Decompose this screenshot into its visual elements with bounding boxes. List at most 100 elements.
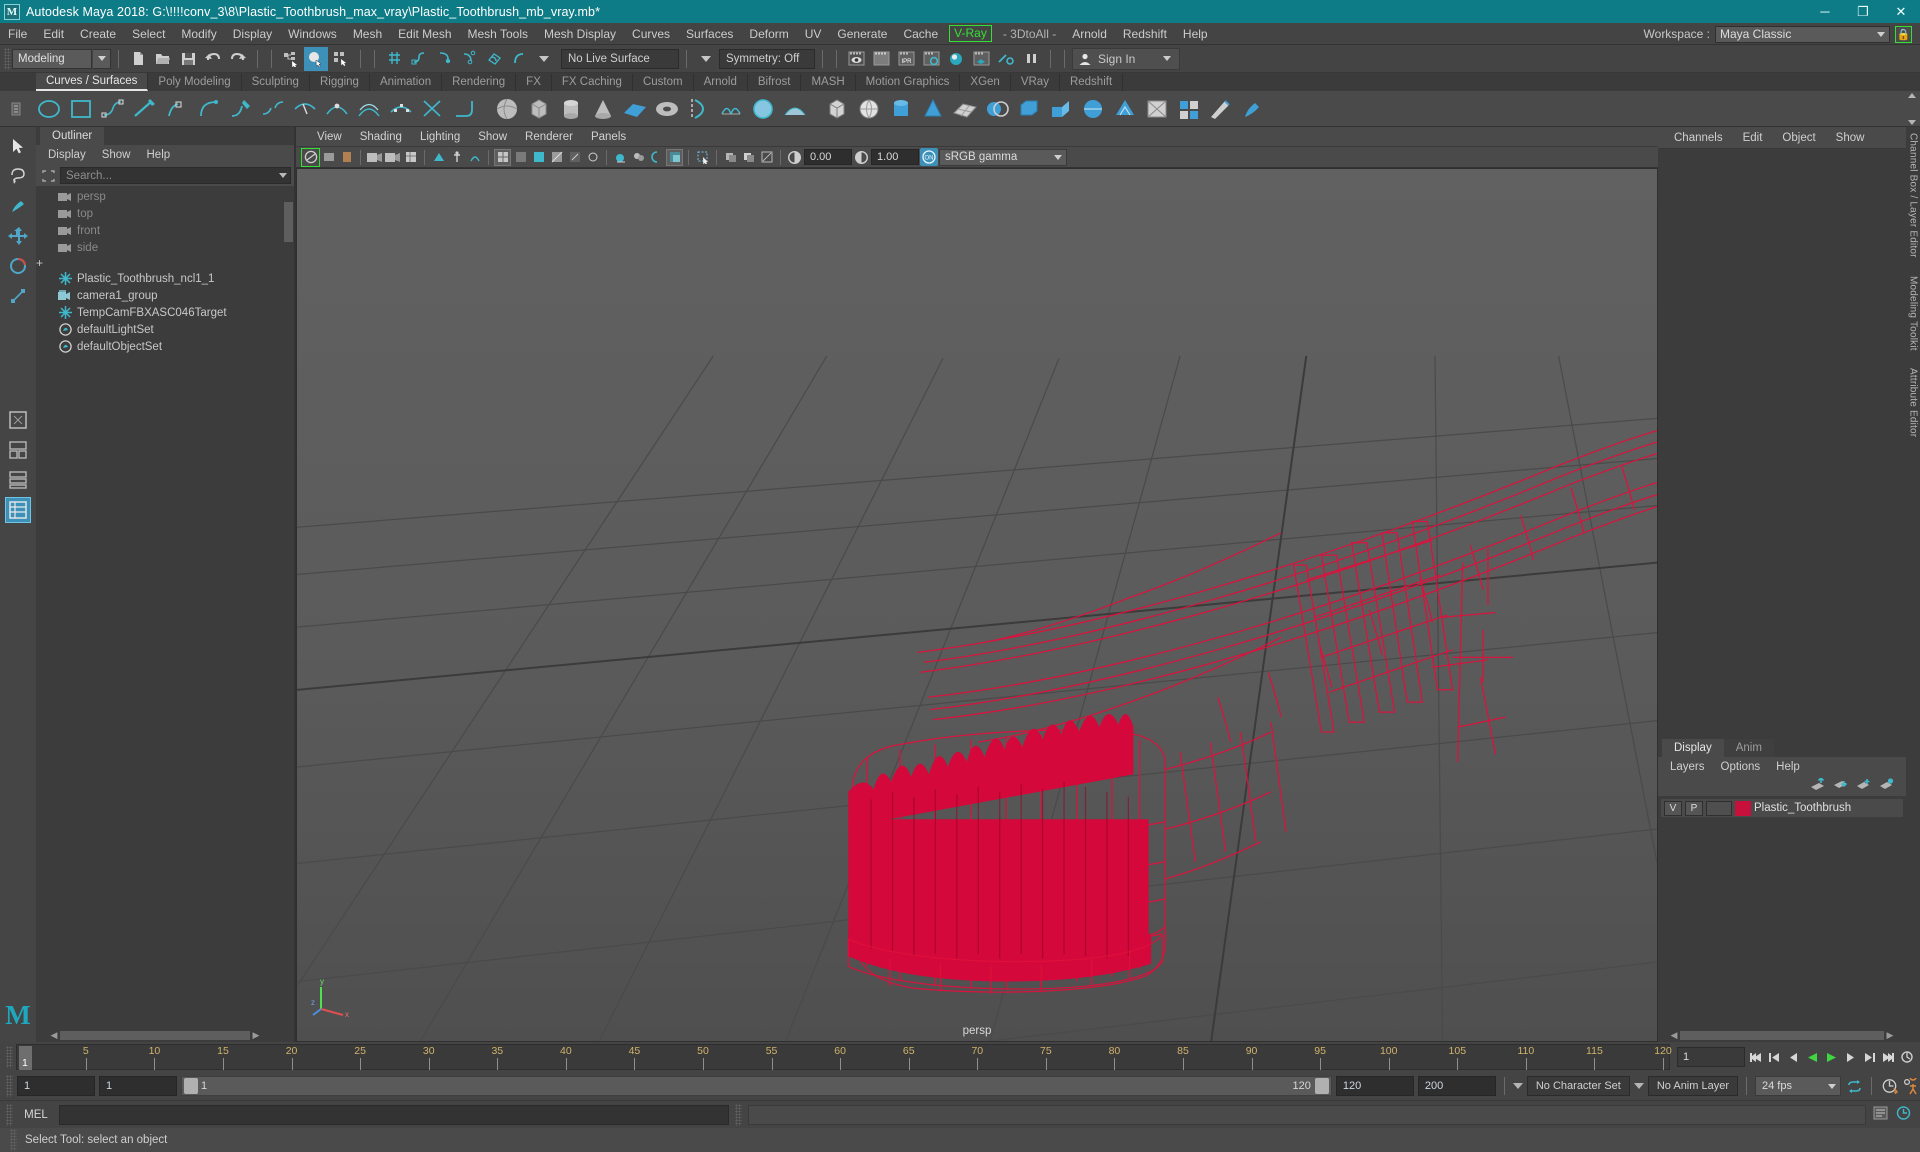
menu-curves[interactable]: Curves <box>624 23 678 45</box>
render-setup-icon[interactable] <box>969 47 993 71</box>
outliner-list[interactable]: persp top front side + Plastic_Toothbrus… <box>36 186 294 1029</box>
side-tab-attribute-editor[interactable]: Attribute Editor <box>1908 368 1919 437</box>
outliner-search-input[interactable]: Search... <box>60 167 291 184</box>
depth-of-field-icon[interactable] <box>740 149 757 166</box>
playback-end-field[interactable]: 120 <box>1335 1076 1414 1096</box>
selection-set-icon[interactable] <box>39 167 57 184</box>
menu-select[interactable]: Select <box>124 23 173 45</box>
snap-point-icon[interactable] <box>432 47 456 71</box>
range-end-handle[interactable] <box>1314 1078 1329 1094</box>
new-layer-from-selected-icon[interactable] <box>1879 778 1894 794</box>
gamma-icon[interactable] <box>853 149 870 166</box>
menu-vray[interactable]: V-Ray <box>949 25 992 42</box>
sign-in-button[interactable]: Sign In <box>1072 47 1181 70</box>
fillet-curve-icon[interactable] <box>450 94 479 123</box>
revolve-icon[interactable] <box>684 94 713 123</box>
xray-joints-icon[interactable] <box>584 149 601 166</box>
nurbs-cylinder-icon[interactable] <box>556 94 585 123</box>
redo-icon[interactable] <box>226 47 250 71</box>
resolution-gate-icon[interactable] <box>430 149 447 166</box>
live-surface-field[interactable]: No Live Surface <box>561 48 679 69</box>
close-icon[interactable]: ✕ <box>1882 0 1920 23</box>
menu-mesh-tools[interactable]: Mesh Tools <box>460 23 536 45</box>
shelf-tab-curves-surfaces[interactable]: Curves / Surfaces <box>36 73 149 91</box>
viewport-menu-show[interactable]: Show <box>469 128 516 146</box>
poly-sphere-icon[interactable] <box>854 94 883 123</box>
workspace-dropdown[interactable]: Maya Classic <box>1715 25 1890 43</box>
cv-curve-icon[interactable] <box>98 94 127 123</box>
sculpt-icon[interactable] <box>1206 94 1235 123</box>
shelf-tab-redshift[interactable]: Redshift <box>1059 74 1124 91</box>
menu-uv[interactable]: UV <box>797 23 830 45</box>
four-pane-layout-icon[interactable] <box>5 497 31 523</box>
menu-display[interactable]: Display <box>225 23 280 45</box>
anim-layer-field[interactable]: No Anim Layer <box>1647 1076 1738 1096</box>
snap-curve-icon[interactable] <box>407 47 431 71</box>
shelf-tab-rigging[interactable]: Rigging <box>309 74 370 91</box>
shelf-tab-rendering[interactable]: Rendering <box>442 74 517 91</box>
animation-end-field[interactable]: 200 <box>1417 1076 1496 1096</box>
step-forward-frame-icon[interactable] <box>1841 1047 1859 1067</box>
color-management-toggle-icon[interactable]: ON <box>920 148 938 166</box>
shelf-options-icon[interactable] <box>0 91 32 127</box>
loft-icon[interactable] <box>716 94 745 123</box>
snap-dropdown-icon[interactable] <box>532 47 556 71</box>
three-pane-layout-icon[interactable] <box>5 467 31 493</box>
light-editor-icon[interactable] <box>994 47 1018 71</box>
shelf-tab-sculpting[interactable]: Sculpting <box>241 74 310 91</box>
menu-set-dropdown[interactable]: Modeling <box>12 48 92 69</box>
gate-mask-icon[interactable] <box>448 149 465 166</box>
select-tool-icon[interactable] <box>5 133 31 159</box>
smooth-shade-selected-icon[interactable] <box>530 149 547 166</box>
shelf-tab-animation[interactable]: Animation <box>369 74 443 91</box>
hypershade-icon[interactable] <box>944 47 968 71</box>
render-settings-icon[interactable] <box>919 47 943 71</box>
scroll-right-icon[interactable]: ▶ <box>250 1030 262 1041</box>
nurbs-cone-icon[interactable] <box>588 94 617 123</box>
anim-layer-dropdown-icon[interactable] <box>1633 1083 1644 1089</box>
viewport-menu-panels[interactable]: Panels <box>582 128 635 146</box>
symmetry-field[interactable]: Symmetry: Off <box>719 48 815 69</box>
birail-icon[interactable] <box>780 94 809 123</box>
bevel-icon[interactable] <box>1014 94 1043 123</box>
outliner-menu-help[interactable]: Help <box>139 146 179 164</box>
menu-mesh-display[interactable]: Mesh Display <box>536 23 624 45</box>
ep-curve-icon[interactable] <box>130 94 159 123</box>
tab-display-layers[interactable]: Display <box>1662 739 1724 757</box>
menu-generate[interactable]: Generate <box>829 23 895 45</box>
menu-help[interactable]: Help <box>1175 23 1216 45</box>
time-slider-track[interactable]: 1 5 10 15 20 25 30 35 40 45 50 55 60 65 70 75 80 85 90 95 1… <box>16 1044 1672 1070</box>
layer-menu-layers[interactable]: Layers <box>1662 758 1713 776</box>
layer-row-plastic-toothbrush[interactable]: V P Plastic_Toothbrush <box>1661 799 1903 817</box>
character-set-dropdown-icon[interactable] <box>1512 1083 1523 1089</box>
nurbs-plane-icon[interactable] <box>620 94 649 123</box>
viewport-3d[interactable]: y x z persp <box>296 168 1658 1042</box>
grid-toggle-icon[interactable] <box>402 149 419 166</box>
menu-3dtoall[interactable]: - 3DtoAll - <box>995 23 1064 45</box>
extrude-icon[interactable] <box>1046 94 1075 123</box>
play-forwards-icon[interactable] <box>1822 1047 1840 1067</box>
animation-preferences-gear-icon[interactable] <box>1902 1076 1920 1096</box>
film-gate-icon[interactable] <box>466 149 483 166</box>
move-tool-icon[interactable] <box>5 223 31 249</box>
poly-cylinder-icon[interactable] <box>886 94 915 123</box>
scroll-left-icon[interactable]: ◀ <box>1668 1030 1680 1041</box>
two-pane-layout-icon[interactable] <box>5 437 31 463</box>
arc-three-point-icon[interactable] <box>194 94 223 123</box>
side-tab-modeling-toolkit[interactable]: Modeling Toolkit <box>1908 276 1919 351</box>
menu-file[interactable]: File <box>0 23 35 45</box>
gamma-field[interactable]: 1.00 <box>871 149 919 165</box>
animation-preferences-icon[interactable] <box>1898 1047 1916 1067</box>
minimize-icon[interactable]: ─ <box>1806 0 1844 23</box>
scroll-left-icon[interactable]: ◀ <box>48 1030 60 1041</box>
lasso-select-tool-icon[interactable] <box>5 163 31 189</box>
outliner-menu-show[interactable]: Show <box>94 146 139 164</box>
xray-icon[interactable] <box>566 149 583 166</box>
range-bar[interactable]: 1 120 <box>181 1076 1332 1096</box>
shelf-tab-arnold[interactable]: Arnold <box>693 74 748 91</box>
layer-color-swatch[interactable] <box>1735 800 1751 816</box>
go-to-end-icon[interactable] <box>1879 1047 1897 1067</box>
bookmark-icon[interactable] <box>338 149 355 166</box>
screen-space-ao-icon[interactable] <box>666 148 683 166</box>
range-start-handle[interactable] <box>184 1078 198 1094</box>
